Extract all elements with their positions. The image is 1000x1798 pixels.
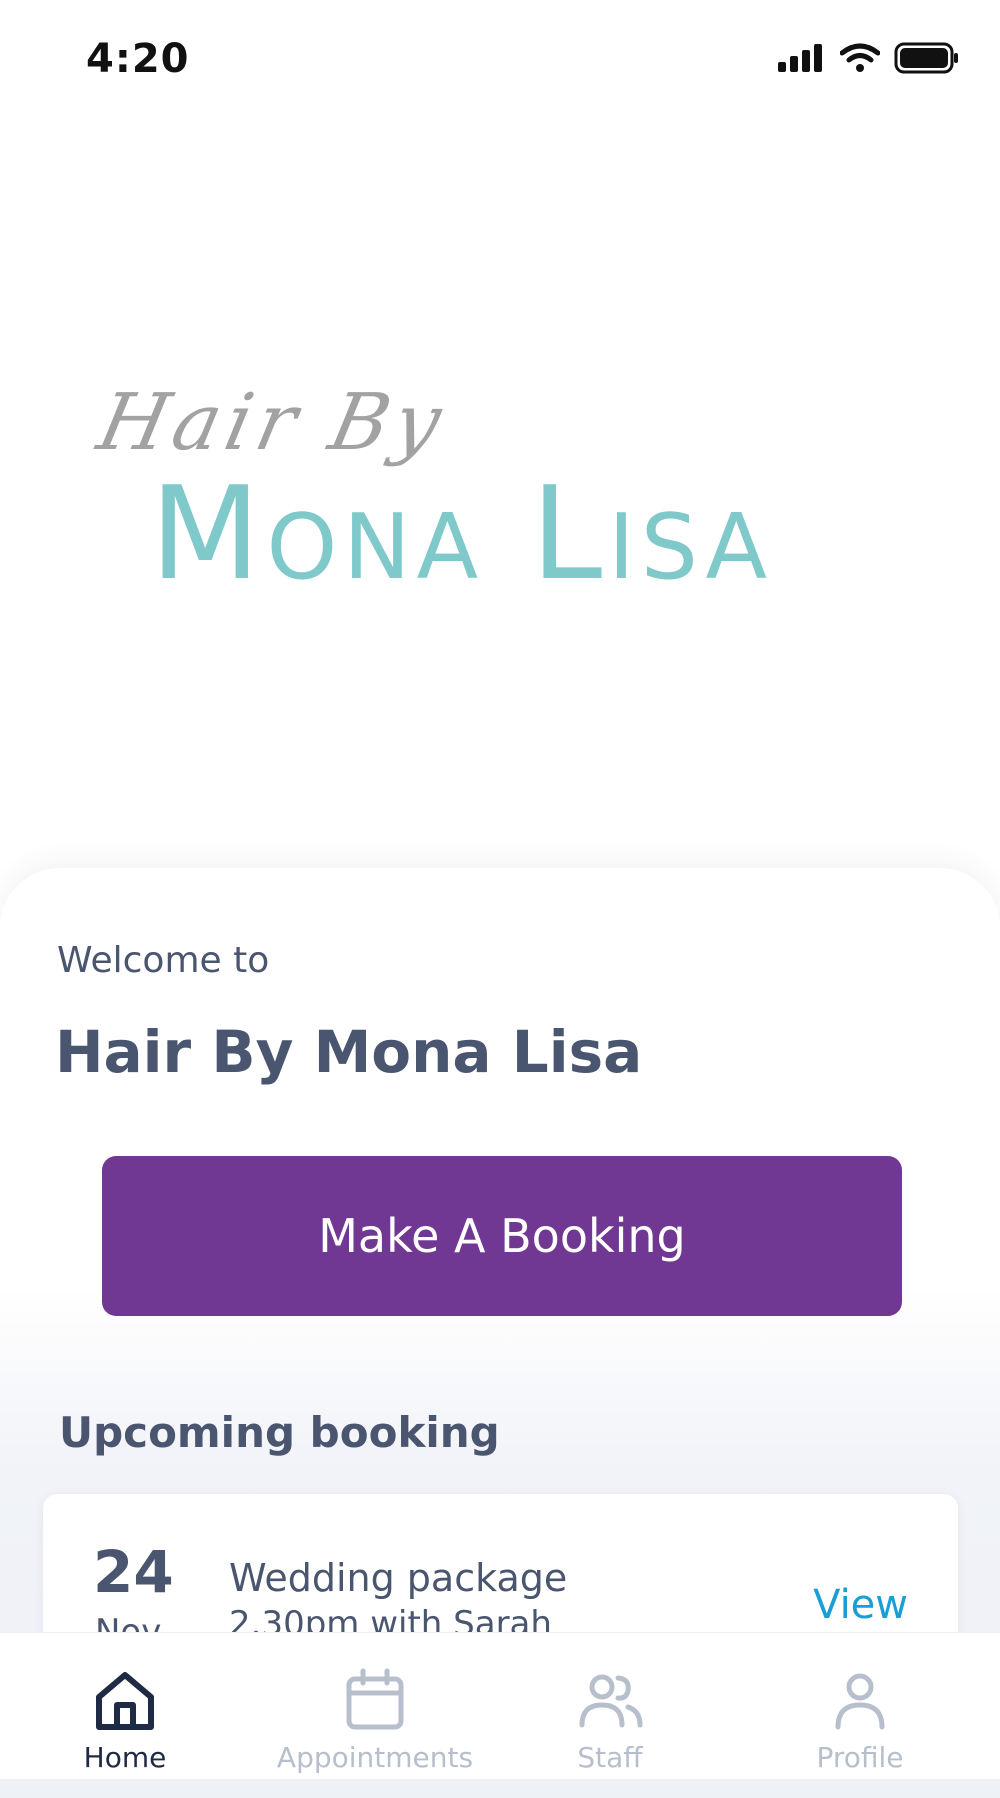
welcome-intro: Welcome to [57,940,270,981]
view-booking-link[interactable]: View [813,1582,908,1628]
business-logo: Hair By Mona Lisa [90,370,920,609]
tab-staff-label: Staff [577,1741,643,1774]
tab-appointments[interactable]: Appointments [250,1633,500,1779]
bottom-tab-bar: Home Appointments Staff Profile [0,1632,1000,1779]
tab-appointments-label: Appointments [276,1741,474,1774]
cellular-signal-icon [778,44,822,72]
tab-home[interactable]: Home [0,1633,250,1779]
make-booking-label: Make A Booking [318,1209,686,1263]
tab-profile-label: Profile [816,1741,904,1774]
tab-home-label: Home [83,1741,167,1774]
logo-script-text: Hair By [90,378,455,468]
home-icon [96,1672,154,1730]
tab-profile[interactable]: Profile [735,1633,985,1779]
logo-main-text: Mona Lisa [150,460,774,609]
user-icon [835,1673,885,1730]
tab-staff[interactable]: Staff [485,1633,735,1779]
wifi-icon [840,43,880,72]
status-bar: 4:20 [0,0,1000,110]
calendar-icon [346,1668,404,1730]
business-name-title: Hair By Mona Lisa [55,1018,643,1086]
battery-icon [894,42,958,74]
upcoming-booking-heading: Upcoming booking [59,1408,500,1457]
users-icon [579,1674,643,1728]
status-icons [778,42,960,74]
status-time: 4:20 [86,36,190,82]
booking-service: Wedding package [229,1556,568,1600]
booking-day: 24 [93,1538,174,1606]
make-booking-button[interactable]: Make A Booking [102,1156,902,1316]
